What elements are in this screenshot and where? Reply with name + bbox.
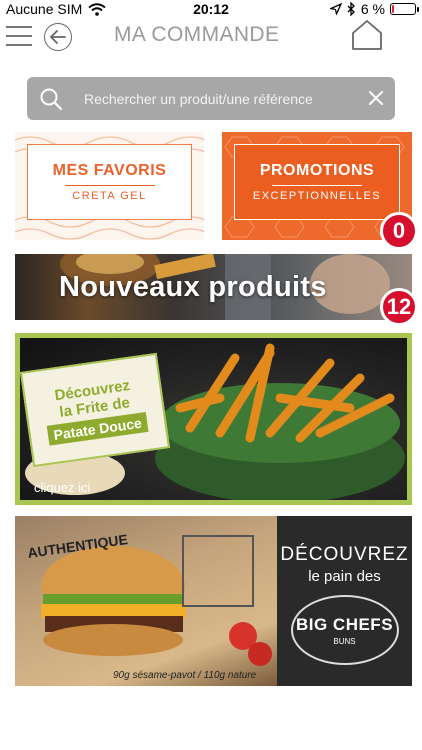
battery-icon xyxy=(390,3,419,15)
discover-subheading: le pain des xyxy=(308,568,381,585)
promotions-frame: PROMOTIONS EXCEPTIONNELLES xyxy=(234,144,400,220)
new-products-title: Nouveaux produits xyxy=(59,271,327,303)
big-chefs-banner[interactable]: AUTHENTIQUE 90g sésame-pavot / 110g natu… xyxy=(15,516,412,686)
sweet-potato-fries-banner[interactable]: Découvrez la Frite de Patate Douce cliqu… xyxy=(15,333,412,505)
app-header: MA COMMANDE xyxy=(0,18,422,56)
big-chefs-logo: BIG CHEFS BUNS xyxy=(290,595,399,665)
weights-caption: 90g sésame-pavot / 110g nature xyxy=(113,670,257,681)
location-arrow-icon xyxy=(329,3,342,15)
back-button[interactable] xyxy=(44,23,72,51)
back-arrow-icon xyxy=(50,30,66,44)
bluetooth-icon xyxy=(347,2,355,16)
home-icon xyxy=(352,20,382,50)
favorites-frame: MES FAVORIS CRETA GEL xyxy=(27,144,192,220)
promotions-subtitle: EXCEPTIONNELLES xyxy=(252,190,382,203)
discover-heading: DÉCOUVREZ xyxy=(280,544,409,565)
big-chefs-panel: DÉCOUVREZ le pain des BIG CHEFS BUNS xyxy=(277,516,412,686)
battery-percent: 6 % xyxy=(360,1,385,17)
battery-level xyxy=(392,5,394,13)
favorites-tile[interactable]: MES FAVORIS CRETA GEL xyxy=(15,132,204,240)
new-products-banner[interactable]: Nouveaux produits xyxy=(15,254,412,320)
burger-photo: AUTHENTIQUE 90g sésame-pavot / 110g natu… xyxy=(15,516,277,686)
menu-button[interactable] xyxy=(6,26,32,48)
favorites-title: MES FAVORIS xyxy=(52,161,167,179)
home-button[interactable] xyxy=(350,18,384,52)
frite-sign: Découvrez la Frite de Patate Douce xyxy=(20,352,171,468)
favorites-subtitle: CRETA GEL xyxy=(72,190,147,203)
big-chefs-brand: BIG CHEFS xyxy=(295,614,394,634)
status-right: 6 % xyxy=(329,1,419,17)
menu-icon xyxy=(6,26,32,28)
clear-search-icon[interactable] xyxy=(369,91,383,105)
page-title: MA COMMANDE xyxy=(114,23,280,46)
big-chefs-brand-sub: BUNS xyxy=(333,636,356,646)
new-products-count-badge: 12 xyxy=(380,288,418,326)
promotions-title: PROMOTIONS xyxy=(259,161,375,179)
status-bar: Aucune SIM 20:12 6 % xyxy=(0,0,422,18)
search-icon xyxy=(40,88,63,111)
search-bar xyxy=(27,77,395,120)
frite-cta-link[interactable]: cliquez ici xyxy=(34,480,90,495)
favorites-count-badge: 0 xyxy=(380,212,418,250)
search-input[interactable] xyxy=(84,77,364,120)
